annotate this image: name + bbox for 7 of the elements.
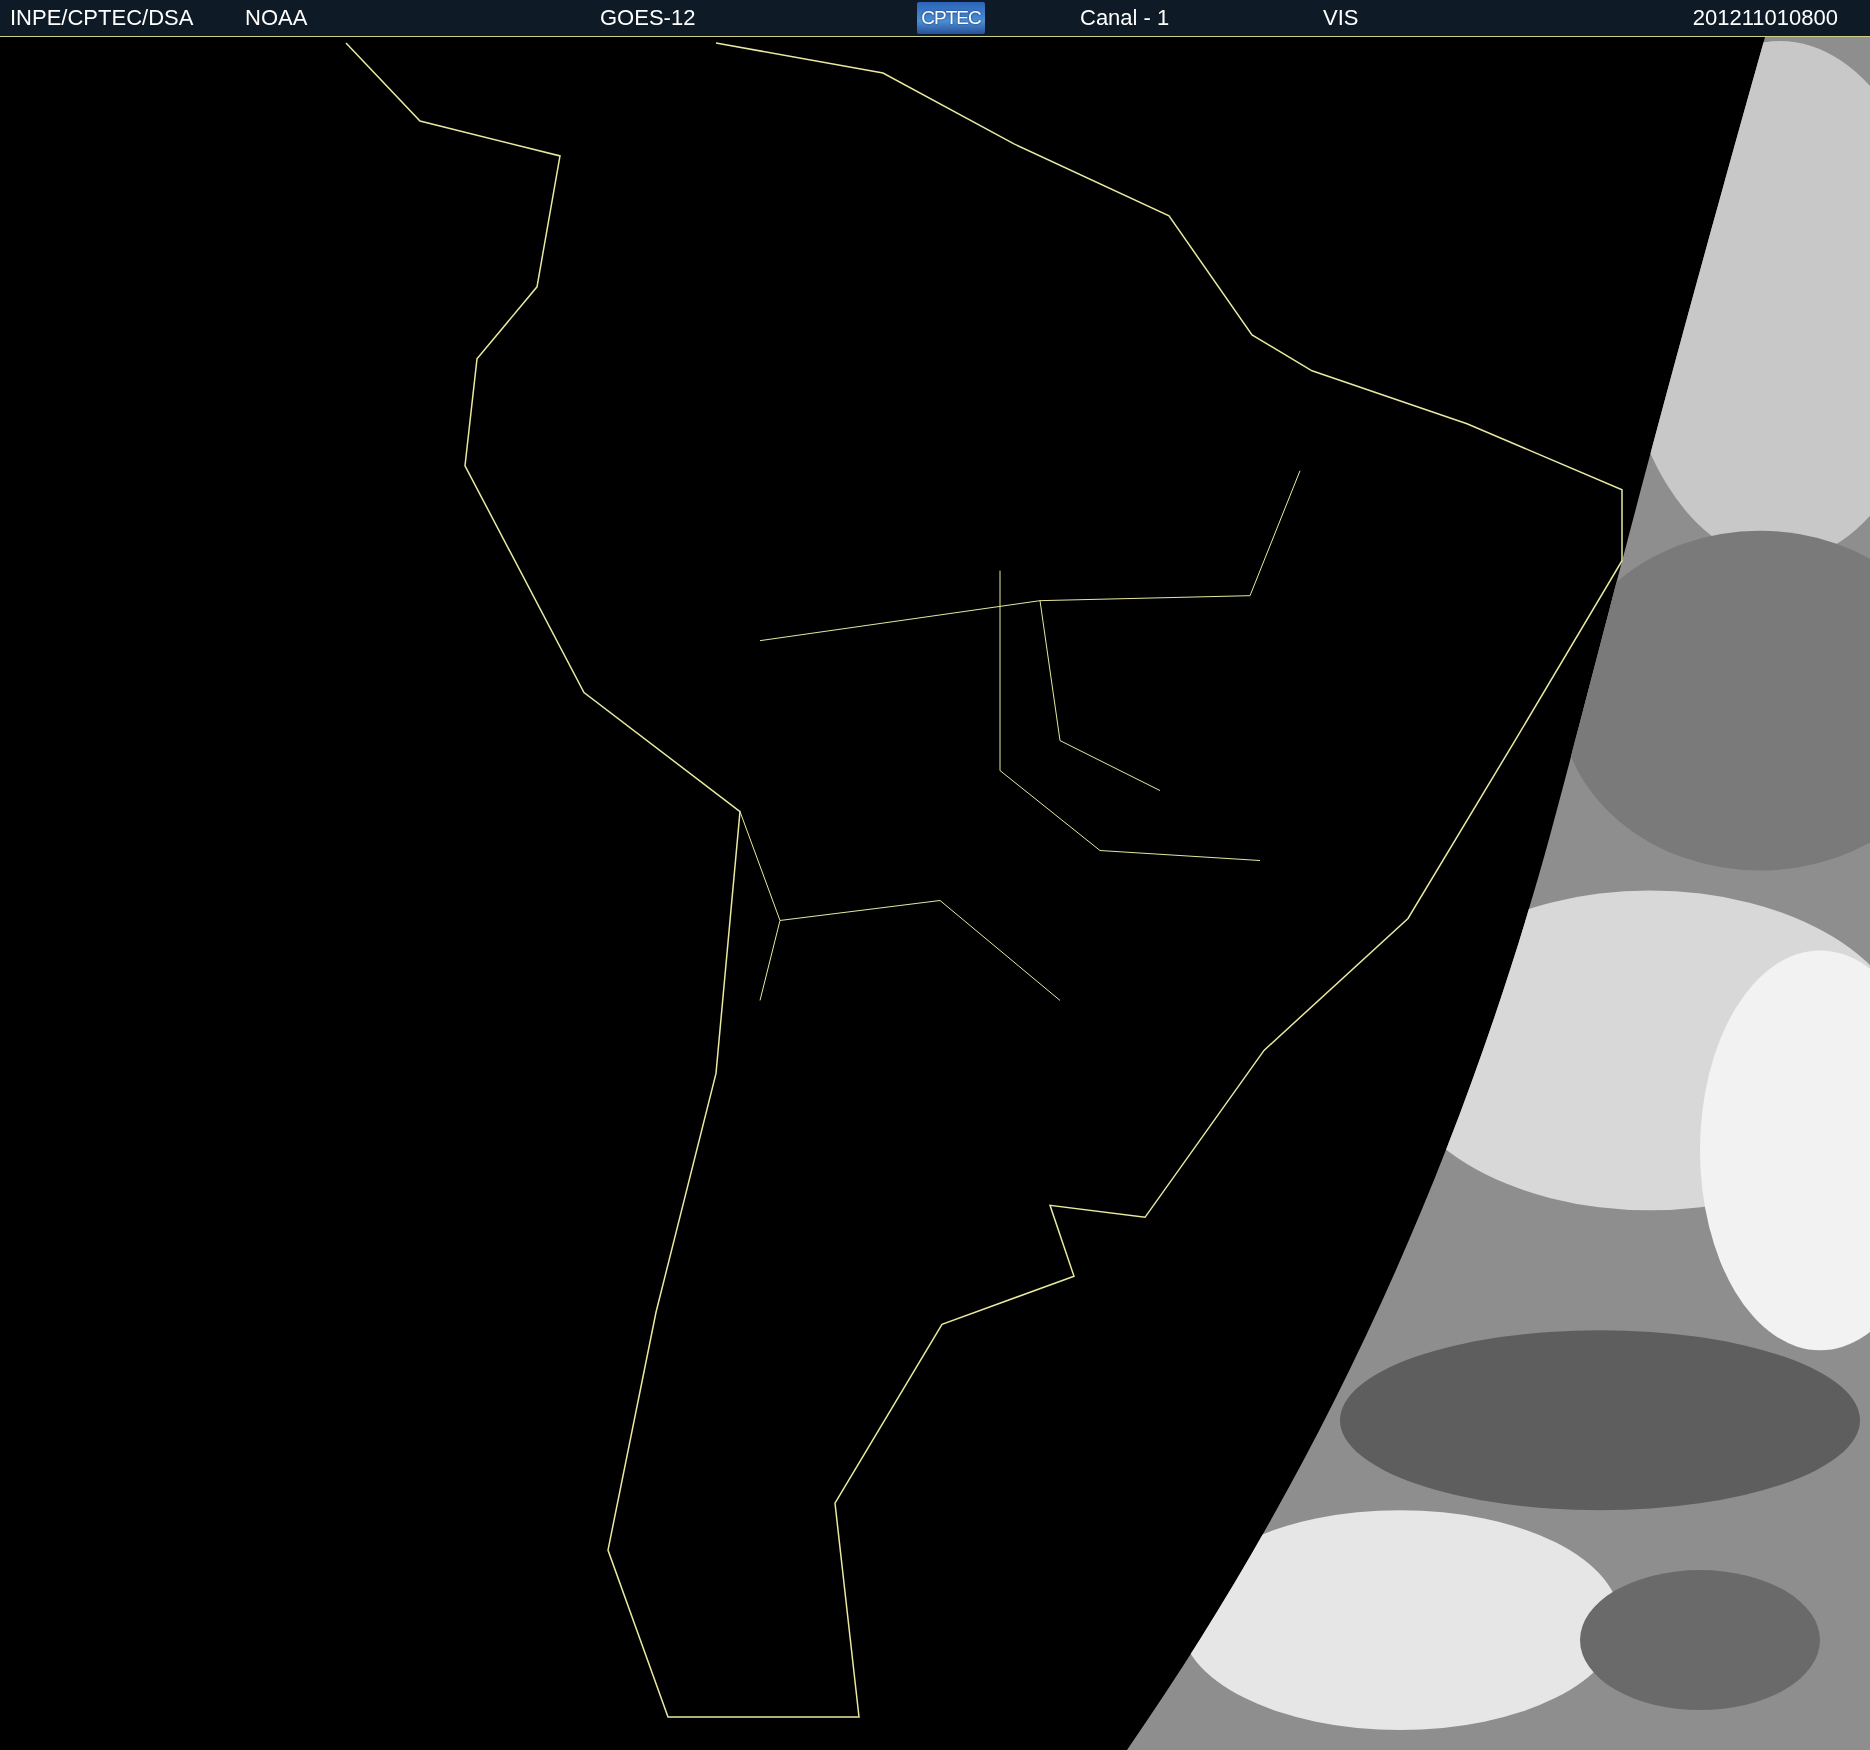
header-label: NOAA [245, 5, 309, 31]
header-label: 201211010800 [1692, 5, 1839, 31]
header-label: INPE/CPTEC/DSA [10, 5, 195, 31]
header-label: GOES-12 [600, 5, 697, 31]
header-label: Canal - 1 [1080, 5, 1171, 31]
logo: CPTEC [917, 2, 985, 34]
header-label: VIS [1323, 5, 1360, 31]
